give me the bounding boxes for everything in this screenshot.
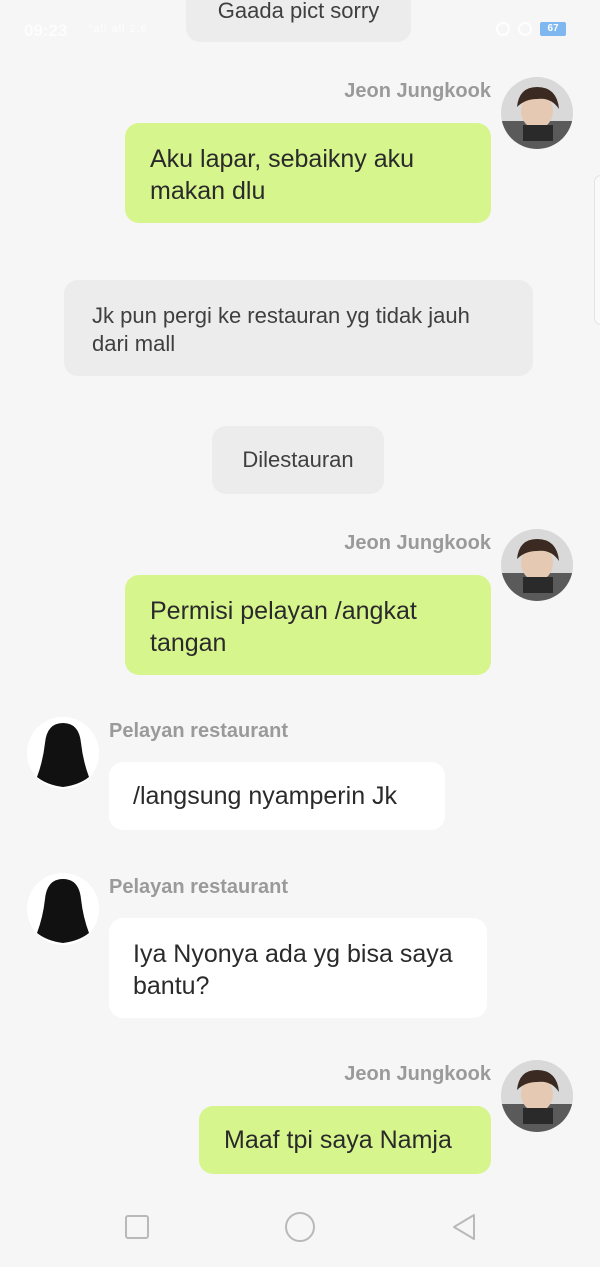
sent-message-bubble[interactable]: Aku lapar, sebaikny aku makan dlu <box>125 123 491 223</box>
sender-name: Jeon Jungkook <box>344 532 491 554</box>
sender-name: Jeon Jungkook <box>344 1063 491 1085</box>
pelayan-avatar[interactable] <box>27 873 99 945</box>
silhouette-avatar-icon <box>27 873 99 945</box>
narration-bubble: Gaada pict sorry <box>186 0 411 42</box>
eye-icon <box>518 22 532 36</box>
narration-bubble: Jk pun pergi ke restauran yg tidak jauh … <box>64 280 533 376</box>
back-triangle-icon[interactable] <box>450 1212 478 1242</box>
person-photo-avatar-icon <box>501 77 573 149</box>
home-circle-icon[interactable] <box>285 1212 315 1242</box>
pelayan-avatar[interactable] <box>27 717 99 789</box>
sent-message-bubble[interactable]: Maaf tpi saya Namja <box>199 1106 491 1174</box>
received-message-bubble[interactable]: Iya Nyonya ada yg bisa saya bantu? <box>109 918 487 1018</box>
sent-message-bubble[interactable]: Permisi pelayan /angkat tangan <box>125 575 491 675</box>
jungkook-avatar[interactable] <box>501 529 573 601</box>
received-message-bubble[interactable]: /langsung nyamperin Jk <box>109 762 445 830</box>
status-time: 09:23 <box>24 21 68 40</box>
person-photo-avatar-icon <box>501 1060 573 1132</box>
person-photo-avatar-icon <box>501 529 573 601</box>
jungkook-avatar[interactable] <box>501 77 573 149</box>
silhouette-avatar-icon <box>27 717 99 789</box>
scrollbar[interactable] <box>594 175 600 325</box>
signal-indicator: °all all 2.6 <box>88 23 148 35</box>
sender-name: Pelayan restaurant <box>109 876 288 898</box>
recents-square-icon[interactable] <box>125 1215 149 1239</box>
sender-name: Jeon Jungkook <box>344 80 491 102</box>
sender-name: Pelayan restaurant <box>109 720 288 742</box>
narration-bubble: Dilestauran <box>212 426 384 494</box>
status-icons: 67 <box>496 22 566 36</box>
battery-icon: 67 <box>540 22 566 36</box>
jungkook-avatar[interactable] <box>501 1060 573 1132</box>
wifi-icon <box>496 22 510 36</box>
